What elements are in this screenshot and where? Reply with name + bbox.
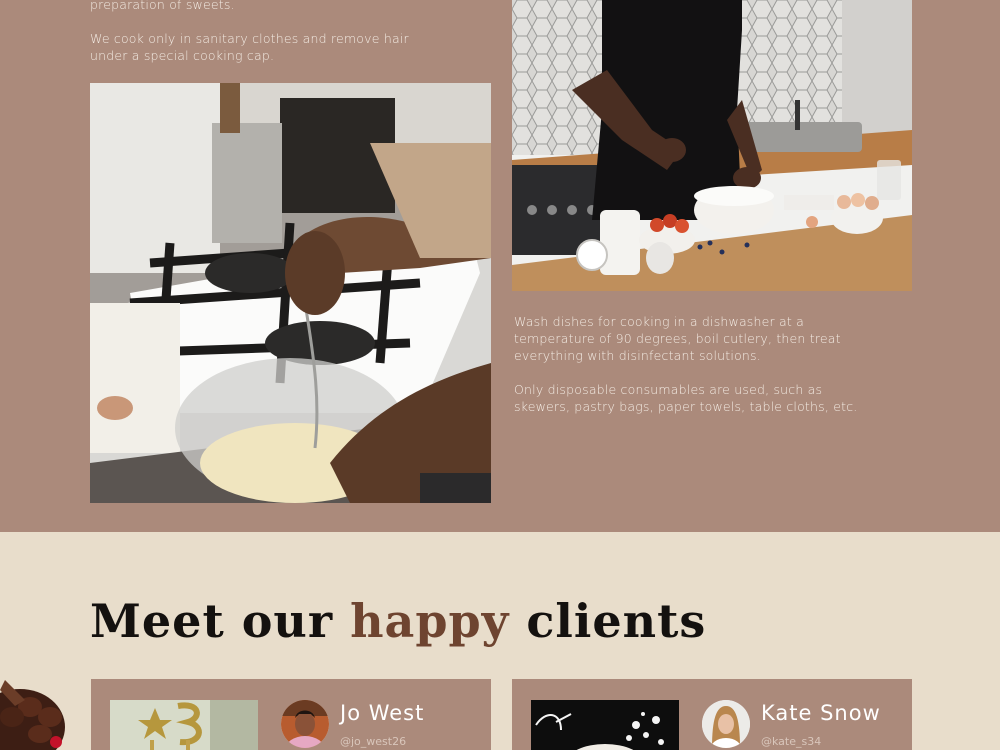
hygiene-text-left: preparation of sweets. We cook only in s… [90,0,440,81]
clients-heading: Meet our happy clients [90,594,706,648]
client-handle[interactable]: @kate_s34 [761,735,821,748]
hygiene-paragraph: preparation of sweets. [90,0,235,12]
clients-heading-post: clients [526,594,707,648]
client-name: Jo West [340,701,425,725]
hygiene-text-right: Wash dishes for cooking in a dishwasher … [514,313,864,432]
hygiene-section: preparation of sweets. We cook only in s… [0,0,1000,532]
client-cake-photo [110,700,258,750]
photo-chef-at-counter [512,0,912,291]
hygiene-paragraph: Wash dishes for cooking in a dishwasher … [514,314,841,363]
client-name: Kate Snow [761,701,881,725]
clients-heading-accent: happy [350,594,510,648]
photo-mixing-batter [90,83,491,503]
hygiene-paragraph: Only disposable consumables are used, su… [514,382,858,414]
avatar [702,700,750,748]
client-card: Kate Snow @kate_s34 [512,679,912,750]
avatar [281,700,329,748]
clients-heading-pre: Meet our [90,594,334,648]
client-cake-photo [531,700,679,750]
client-card: Jo West @jo_west26 [91,679,491,750]
hygiene-paragraph: We cook only in sanitary clothes and rem… [90,31,409,63]
cake-decoration-image [0,672,80,750]
client-handle[interactable]: @jo_west26 [340,735,406,748]
